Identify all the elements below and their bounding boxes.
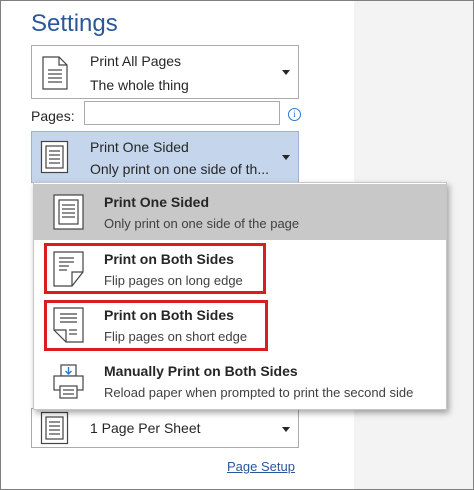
print-sides-dropdown[interactable]: Print One Sided Only print on one side o… [31,131,299,183]
print-range-label: Print All Pages [90,53,182,69]
pages-label: Pages: [31,108,75,124]
info-icon[interactable]: i [288,108,301,121]
print-sides-label: Print One Sided [90,139,189,155]
chevron-down-icon [282,70,290,75]
print-range-dropdown[interactable]: Print All Pages The whole thing [31,45,299,99]
highlight-box-short-edge [44,300,268,351]
print-sides-menu: Print One Sided Only print on one side o… [33,182,447,410]
print-range-description: The whole thing [90,77,189,93]
menu-item-print-one-sided[interactable]: Print One Sided Only print on one side o… [34,184,446,240]
highlight-box-long-edge [44,243,266,294]
print-sides-description: Only print on one side of th... [90,161,269,177]
one-sided-page-icon [40,140,70,179]
pages-per-sheet-label: 1 Page Per Sheet [90,420,201,436]
menu-item-title: Manually Print on Both Sides [104,363,298,379]
one-sided-page-icon [52,193,86,236]
menu-item-manually-print-both-sides[interactable]: Manually Print on Both Sides Reload pape… [34,353,446,407]
page-per-sheet-icon [40,411,70,450]
pages-per-sheet-dropdown[interactable]: 1 Page Per Sheet [31,408,299,448]
menu-item-subtitle: Reload paper when prompted to print the … [104,385,414,400]
menu-item-subtitle: Only print on one side of the page [104,216,300,231]
document-pages-icon [40,56,70,95]
menu-item-title: Print One Sided [104,194,210,210]
page-setup-link[interactable]: Page Setup [227,459,295,474]
chevron-down-icon [282,427,290,432]
chevron-down-icon [282,155,290,160]
pages-input[interactable] [84,101,280,125]
settings-title: Settings [31,10,118,37]
manual-duplex-printer-icon [52,362,86,405]
